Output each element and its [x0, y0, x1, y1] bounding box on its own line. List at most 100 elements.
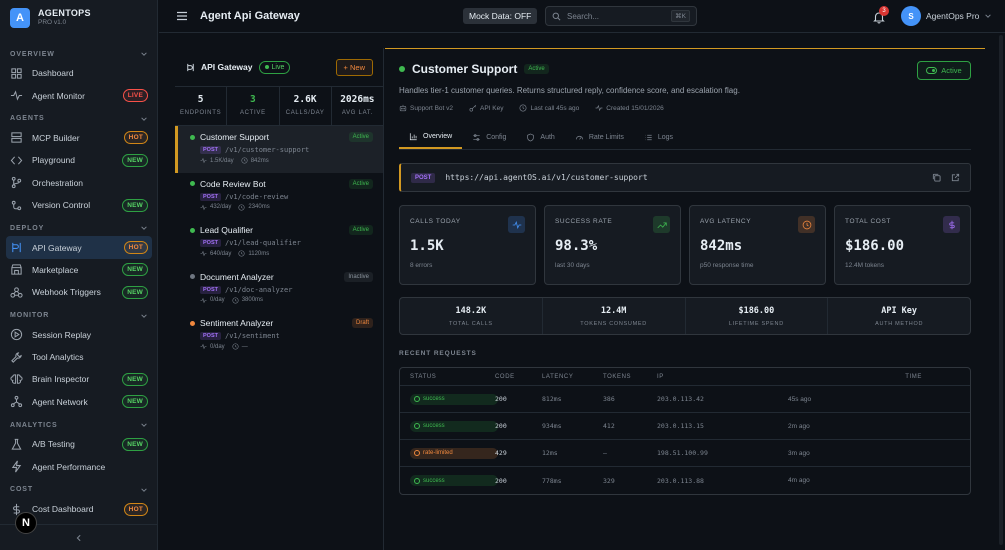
- status-dot: [190, 181, 195, 186]
- column-header[interactable]: STATUS: [400, 374, 495, 380]
- gateway-stat: 2.6K CALLS/DAY: [280, 87, 332, 125]
- sidebar-item-marketplace[interactable]: Marketplace NEW: [6, 259, 152, 281]
- topbar: Agent Api Gateway Mock Data: OFF Search.…: [159, 0, 1005, 33]
- search-input[interactable]: Search... ⌘K: [545, 6, 697, 26]
- column-header[interactable]: IP: [657, 374, 788, 380]
- total-label: TOKENS CONSUMED: [580, 321, 647, 327]
- table-row[interactable]: success 200 778ms 329 203.0.113.88 4m ago: [400, 467, 970, 494]
- sidebar-item-label: Dashboard: [32, 68, 74, 79]
- copy-icon[interactable]: [932, 173, 941, 182]
- column-header[interactable]: TIME: [788, 374, 970, 380]
- brand-version: PRO v1.0: [38, 19, 67, 26]
- recent-requests-title: RECENT REQUESTS: [399, 350, 477, 357]
- brand-name: AGENTOPS: [38, 8, 91, 18]
- endpoint-latency: 1120ms: [248, 250, 270, 257]
- table-row[interactable]: success 200 812ms 386 203.0.113.42 45s ago: [400, 386, 970, 413]
- stat-value: 2026ms: [340, 94, 375, 105]
- sidebar-item-agent-network[interactable]: Agent Network NEW: [6, 391, 152, 413]
- toggle-switch-icon: [926, 67, 938, 74]
- new-endpoint-button[interactable]: + New: [335, 58, 373, 76]
- tab-rate-limits[interactable]: Rate Limits: [565, 125, 634, 149]
- sidebar-item-session-replay[interactable]: Session Replay: [6, 324, 152, 346]
- chevron-down-icon: [141, 423, 147, 427]
- sidebar-item-brain-inspector[interactable]: Brain Inspector NEW: [6, 368, 152, 390]
- total-item: 148.2K TOTAL CALLS: [400, 298, 543, 334]
- endpoint-title: Customer Support: [412, 62, 518, 76]
- sidebar-item-agent-monitor[interactable]: Agent Monitor LIVE: [6, 84, 152, 106]
- pulse-icon: [10, 90, 23, 101]
- nav-badge: LIVE: [122, 89, 148, 103]
- sidebar-item-webhook-triggers[interactable]: Webhook Triggers NEW: [6, 281, 152, 303]
- request-ip: 203.0.113.88: [657, 476, 704, 485]
- endpoint-item[interactable]: Code Review Bot Active POST/v1/code-review…: [175, 173, 383, 220]
- nav-badge: NEW: [122, 285, 148, 299]
- nav-section-cost[interactable]: COST: [0, 478, 158, 498]
- sidebar-item-version-control[interactable]: Version Control NEW: [6, 194, 152, 216]
- sidebar-item-label: Agent Performance: [32, 461, 106, 472]
- pulse-icon: [595, 104, 603, 112]
- sidebar-item-api-gateway[interactable]: API Gateway HOT: [6, 236, 152, 259]
- sidebar-item-mcp-builder[interactable]: MCP Builder HOT: [6, 127, 152, 149]
- sidebar-item-tool-analytics[interactable]: Tool Analytics: [6, 346, 152, 368]
- sidebar-item-orchestration[interactable]: Orchestration: [6, 172, 152, 194]
- endpoint-url: https://api.agentOS.ai/v1/customer-suppo…: [445, 173, 648, 182]
- sidebar-item-playground[interactable]: Playground NEW: [6, 149, 152, 171]
- user-menu[interactable]: S AgentOps Pro: [901, 6, 992, 26]
- nav-badge: HOT: [123, 241, 148, 255]
- endpoint-item[interactable]: Customer Support Active POST/v1/customer-s…: [175, 126, 383, 173]
- nav-section-analytics[interactable]: ANALYTICS: [0, 413, 158, 433]
- tab-overview[interactable]: Overview: [399, 125, 463, 149]
- network-icon: [10, 396, 23, 408]
- endpoint-calls: 1.5K/day: [210, 157, 234, 164]
- column-header[interactable]: TOKENS: [603, 374, 657, 380]
- tab-auth[interactable]: Auth: [516, 125, 564, 149]
- table-row[interactable]: rate-limited 429 12ms — 198.51.100.99 3m ago: [400, 440, 970, 467]
- request-latency: 934ms: [542, 422, 562, 430]
- endpoint-path: /v1/customer-support: [224, 146, 310, 154]
- endpoint-item[interactable]: Document Analyzer Inactive POST/v1/doc-ana…: [175, 266, 383, 313]
- tab-logs[interactable]: Logs: [634, 125, 683, 149]
- flask-icon: [11, 438, 22, 450]
- chevron-left-icon: [76, 534, 81, 541]
- status-dot: [190, 274, 195, 279]
- sidebar-item-agent-performance[interactable]: Agent Performance: [6, 455, 152, 477]
- nav-badge: HOT: [123, 502, 148, 516]
- total-item: 12.4M TOKENS CONSUMED: [543, 298, 686, 334]
- sidebar-item-a-b-testing[interactable]: A/B Testing NEW: [6, 433, 152, 455]
- branch-icon: [11, 177, 22, 189]
- column-header[interactable]: CODE: [495, 374, 542, 380]
- framework-badge[interactable]: N: [15, 512, 37, 534]
- sidebar-item-dashboard[interactable]: Dashboard: [6, 62, 152, 84]
- sidebar-item-label: Brain Inspector: [32, 374, 90, 385]
- external-link-icon[interactable]: [951, 173, 960, 182]
- hamburger-menu-icon[interactable]: [175, 9, 189, 23]
- chevron-down-icon: [141, 313, 147, 318]
- active-toggle[interactable]: Active: [917, 61, 971, 80]
- stat-label: AVG LAT.: [341, 110, 373, 116]
- metric-card: AVG LATENCY 842ms p50 response time: [689, 205, 826, 285]
- nav-section-overview[interactable]: OVERVIEW: [0, 42, 158, 62]
- nav-section-monitor[interactable]: MONITOR: [0, 304, 158, 324]
- nav-section-agents[interactable]: AGENTS: [0, 107, 158, 127]
- table-row[interactable]: success 200 934ms 412 203.0.113.15 2m ago: [400, 413, 970, 440]
- brand[interactable]: A AGENTOPS PRO v1.0: [10, 5, 91, 31]
- column-header[interactable]: LATENCY: [542, 374, 603, 380]
- nav-badge: NEW: [122, 263, 148, 277]
- tab-config[interactable]: Config: [462, 125, 516, 149]
- user-name: AgentOps Pro: [926, 11, 980, 21]
- mock-data-toggle[interactable]: Mock Data: OFF: [463, 8, 538, 24]
- chevron-down-icon: [141, 52, 147, 56]
- endpoint-calls: 0/day: [210, 343, 225, 350]
- endpoint-path: /v1/lead-qualifier: [224, 239, 301, 247]
- sidebar-item-label: API Gateway: [32, 242, 82, 253]
- endpoint-item[interactable]: Lead Qualifier Active POST/v1/lead-qualifi…: [175, 219, 383, 266]
- endpoint-item[interactable]: Sentiment Analyzer Draft POST/v1/sentiment…: [175, 312, 383, 359]
- total-label: TOTAL CALLS: [449, 321, 493, 327]
- sidebar-item-label: Webhook Triggers: [32, 287, 101, 298]
- endpoint-status-badge: Draft: [351, 318, 373, 328]
- clock-icon: [238, 250, 245, 257]
- endpoint-detail: Customer Support Active Active Handles t…: [385, 48, 985, 550]
- scrollbar[interactable]: [999, 35, 1003, 545]
- nav-section-deploy[interactable]: DEPLOY: [0, 216, 158, 236]
- chevron-down-icon: [141, 117, 147, 121]
